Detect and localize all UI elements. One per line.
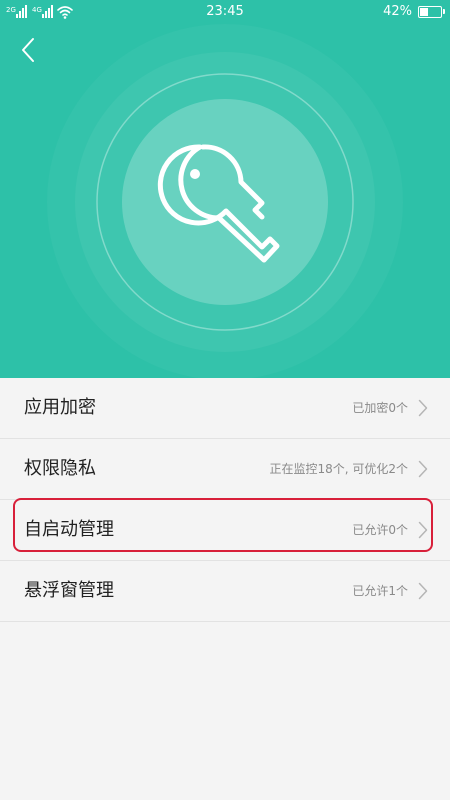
row-value: 已允许0个 [352, 523, 408, 537]
chevron-right-icon [418, 460, 428, 478]
battery-percentage: 42% [383, 4, 412, 19]
settings-row-floating-window-management[interactable]: 悬浮窗管理 已允许1个 [0, 561, 450, 622]
settings-list: 应用加密 已加密0个 权限隐私 正在监控18个, 可优化2个 自启动管理 已允许… [0, 378, 450, 622]
row-value: 正在监控18个, 可优化2个 [269, 462, 408, 476]
settings-row-permission-privacy[interactable]: 权限隐私 正在监控18个, 可优化2个 [0, 439, 450, 500]
row-value: 已允许1个 [352, 584, 408, 598]
row-title: 权限隐私 [24, 458, 96, 479]
row-title: 自启动管理 [24, 519, 114, 540]
status-bar: 2G 4G 23:45 42% [0, 0, 450, 24]
battery-icon [418, 5, 445, 18]
back-button[interactable] [14, 34, 46, 66]
row-title: 悬浮窗管理 [24, 580, 114, 601]
chevron-right-icon [418, 582, 428, 600]
row-value: 已加密0个 [352, 401, 408, 415]
chevron-right-icon [418, 399, 428, 417]
hero-rings [75, 52, 375, 352]
hero-banner: 2G 4G 23:45 42% [0, 0, 450, 378]
settings-row-autostart-management[interactable]: 自启动管理 已允许0个 [0, 500, 450, 561]
settings-row-app-encryption[interactable]: 应用加密 已加密0个 [0, 378, 450, 439]
chevron-left-icon [22, 38, 34, 62]
row-title: 应用加密 [24, 397, 96, 418]
chevron-right-icon [418, 521, 428, 539]
